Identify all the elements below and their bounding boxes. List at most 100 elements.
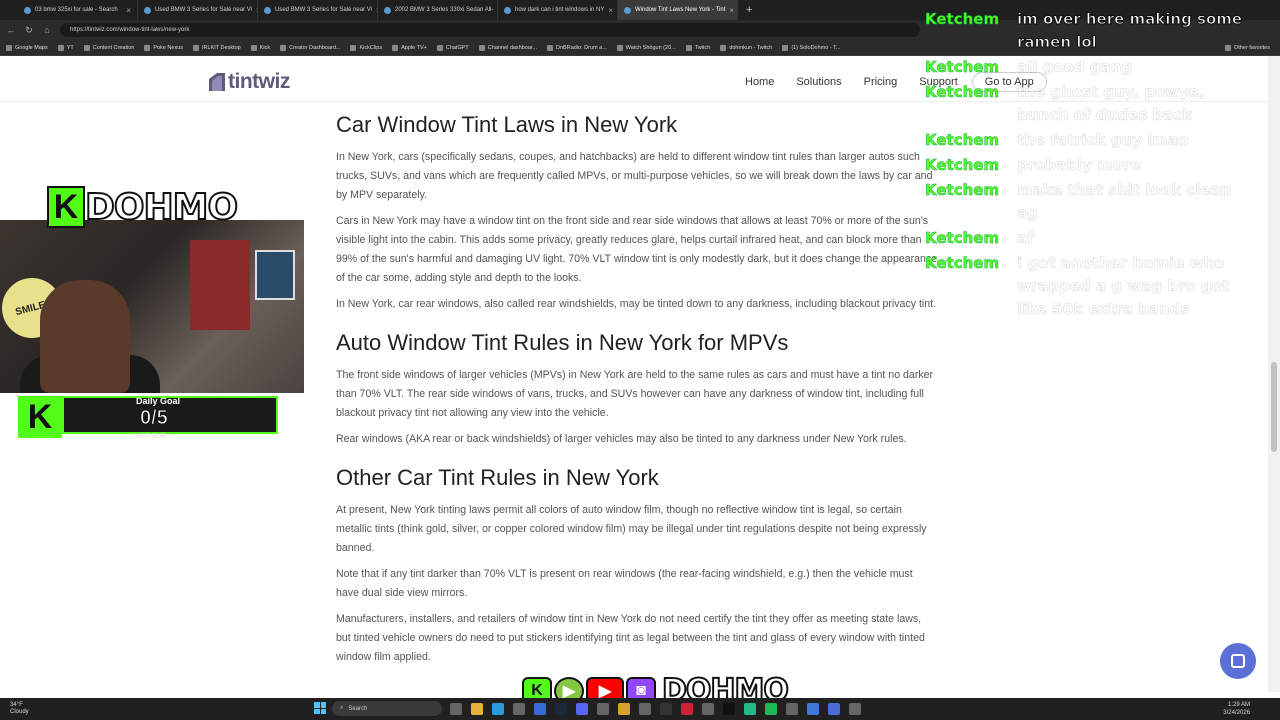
app-icon[interactable] bbox=[849, 703, 861, 715]
bookmark-item[interactable]: Channel dashboar... bbox=[478, 44, 538, 51]
bookmark-icon bbox=[720, 44, 727, 51]
bookmark-icon bbox=[436, 44, 443, 51]
system-clock[interactable]: 1:29 AM 3/24/2026 bbox=[1223, 701, 1250, 717]
bookmark-label: dohmkun - Twitch bbox=[729, 44, 773, 51]
bookmark-item[interactable]: dohmkun - Twitch bbox=[720, 44, 773, 51]
scrollbar-thumb[interactable] bbox=[1271, 362, 1277, 452]
app-icon[interactable] bbox=[828, 703, 840, 715]
chat-username: Ketchem bbox=[925, 181, 1000, 200]
bookmark-icon bbox=[144, 44, 151, 51]
chat-username: Ketchem bbox=[925, 156, 1000, 175]
browser-tab[interactable]: Used BMW 3 Series for Sale near Vi× bbox=[258, 0, 378, 20]
home-icon[interactable]: ⌂ bbox=[42, 25, 52, 35]
browser-tab[interactable]: how dark can i tint windows in NY × bbox=[498, 0, 618, 20]
tab-label: Used BMW 3 Series for Sale near Vi bbox=[155, 7, 252, 13]
bookmark-item[interactable]: YT bbox=[57, 44, 74, 51]
back-icon[interactable]: ← bbox=[6, 25, 16, 35]
tab-favicon-icon bbox=[504, 6, 511, 14]
app-icon[interactable] bbox=[681, 703, 693, 715]
bookmark-item[interactable]: KickClips bbox=[350, 44, 382, 51]
spotify-icon[interactable] bbox=[765, 703, 777, 715]
bookmark-item[interactable]: IRLKIT Desktop bbox=[193, 44, 241, 51]
nav-pricing[interactable]: Pricing bbox=[864, 76, 898, 88]
taskbar-search[interactable]: ⌕ Search bbox=[332, 701, 442, 716]
app-icon[interactable] bbox=[597, 703, 609, 715]
bookmark-item[interactable]: DnBRadio: Drum a... bbox=[547, 44, 607, 51]
chat-message: Ketchem probably more bbox=[925, 154, 1270, 177]
discord-icon[interactable] bbox=[576, 703, 588, 715]
weather-widget[interactable]: 34°F Cloudy bbox=[0, 702, 80, 716]
tab-favicon-icon bbox=[384, 6, 391, 14]
start-button-icon[interactable] bbox=[314, 702, 326, 714]
close-icon[interactable]: × bbox=[608, 6, 613, 15]
bookmark-item[interactable]: Apple TV+ bbox=[392, 44, 427, 51]
goal-count: 0/5 bbox=[140, 407, 169, 430]
chat-text: the fatrick guy lmao bbox=[1017, 131, 1189, 150]
last-sub: LAST SUB: - bbox=[132, 433, 172, 440]
browser-tab[interactable]: 2002 BMW 3 Series 330xi Sedan All-× bbox=[378, 0, 498, 20]
app-icon[interactable] bbox=[639, 703, 651, 715]
bookmark-item[interactable]: Kick bbox=[250, 44, 270, 51]
x-icon[interactable] bbox=[723, 703, 735, 715]
refresh-icon[interactable]: ↻ bbox=[24, 25, 34, 36]
support-chat-button[interactable] bbox=[1220, 643, 1256, 679]
chat-icon bbox=[1231, 654, 1245, 668]
kick-logo-icon: K bbox=[18, 396, 62, 438]
bookmark-label: Channel dashboar... bbox=[487, 44, 538, 51]
tab-favicon-icon bbox=[264, 6, 271, 14]
bookmark-item[interactable]: ChatGPT bbox=[436, 44, 469, 51]
bookmark-item[interactable]: Twitch bbox=[685, 44, 711, 51]
chat-message: Ketchem all good gang bbox=[925, 56, 1270, 79]
chat-message: Ketchem im over here making some ramen lo… bbox=[925, 8, 1270, 54]
close-icon[interactable]: × bbox=[126, 6, 131, 15]
bookmark-icon bbox=[478, 44, 485, 51]
steam-icon[interactable] bbox=[555, 703, 567, 715]
chat-username: Ketchem bbox=[925, 58, 1000, 77]
close-icon[interactable]: × bbox=[729, 6, 734, 15]
browser-tab[interactable]: Used BMW 3 Series for Sale near Vi× bbox=[138, 0, 258, 20]
bookmark-item[interactable]: Content Creation bbox=[83, 44, 134, 51]
taskbar-apps bbox=[450, 703, 861, 715]
chat-text: i got another homie who wrapped a g wag … bbox=[1017, 254, 1230, 319]
obs-icon[interactable] bbox=[660, 703, 672, 715]
wall-poster bbox=[190, 240, 250, 330]
app-icon[interactable] bbox=[744, 703, 756, 715]
app-icon[interactable] bbox=[618, 703, 630, 715]
file-explorer-icon[interactable] bbox=[471, 703, 483, 715]
bookmark-icon bbox=[685, 44, 692, 51]
article-content: Car Window Tint Laws in New York In New … bbox=[336, 112, 938, 674]
browser-tab-active[interactable]: Window Tint Laws New York - Tint × bbox=[618, 0, 738, 20]
app-icon[interactable] bbox=[513, 703, 525, 715]
browser-tab[interactable]: 03 bmw 325xi for sale - Search × bbox=[18, 0, 138, 20]
url-input[interactable]: https://tintwiz.com/window-tint-laws/new… bbox=[60, 23, 920, 37]
nav-home[interactable]: Home bbox=[745, 76, 774, 88]
chat-message: Ketchem i got another homie who wrapped a… bbox=[925, 252, 1270, 321]
bookmark-item[interactable]: Watch Shōgun (20... bbox=[616, 44, 676, 51]
bookmark-item[interactable]: (1) SoloDohmo - T... bbox=[782, 44, 840, 51]
task-view-icon[interactable] bbox=[450, 703, 462, 715]
bookmark-label: Twitch bbox=[694, 44, 711, 51]
nav-solutions[interactable]: Solutions bbox=[796, 76, 841, 88]
new-tab-button[interactable]: + bbox=[738, 4, 752, 16]
kick-logo-icon: K bbox=[47, 186, 85, 228]
app-icon[interactable] bbox=[786, 703, 798, 715]
bookmark-item[interactable]: Creator Dashboard... bbox=[280, 44, 341, 51]
bookmark-label: Poke Nexus bbox=[153, 44, 183, 51]
bookmark-icon bbox=[83, 44, 90, 51]
bookmark-label: DnBRadio: Drum a... bbox=[556, 44, 607, 51]
bookmark-label: Creator Dashboard... bbox=[289, 44, 341, 51]
paragraph: Manufacturers, installers, and retailers… bbox=[336, 613, 925, 663]
chat-text: probably more bbox=[1017, 156, 1141, 175]
section-heading: Other Car Tint Rules in New York bbox=[336, 465, 659, 490]
edge-icon[interactable] bbox=[492, 703, 504, 715]
site-logo[interactable]: tintwiz bbox=[209, 70, 290, 94]
chat-text: im over here making some ramen lol bbox=[1017, 10, 1243, 52]
app-icon[interactable] bbox=[534, 703, 546, 715]
app-icon[interactable] bbox=[807, 703, 819, 715]
bookmark-item[interactable]: Google Maps bbox=[6, 44, 48, 51]
clock-date: 3/24/2026 bbox=[1223, 710, 1250, 716]
paragraph: Note that if any tint darker than 70% VL… bbox=[336, 568, 913, 599]
bookmark-icon bbox=[57, 44, 64, 51]
bookmark-item[interactable]: Poke Nexus bbox=[144, 44, 183, 51]
app-icon[interactable] bbox=[702, 703, 714, 715]
